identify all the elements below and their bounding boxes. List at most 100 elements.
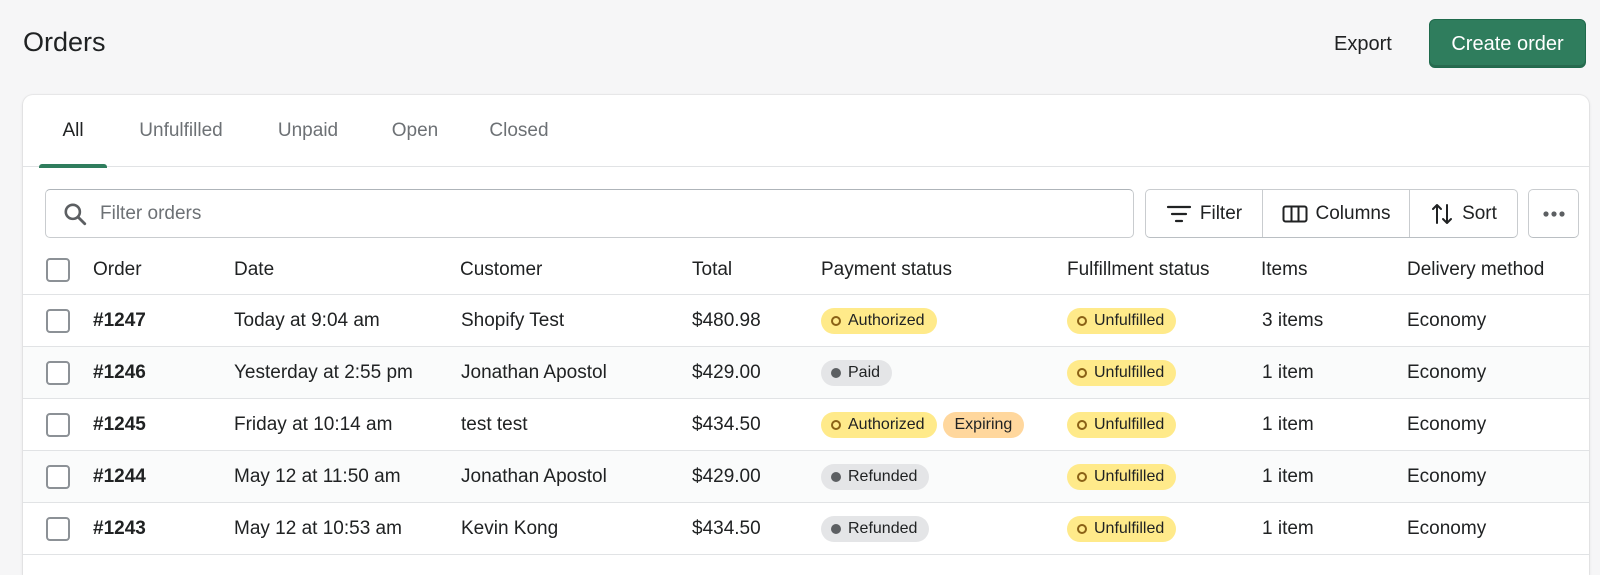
row-checkbox[interactable]: [46, 516, 70, 541]
fulfillment-status-label: Unfulfilled: [1094, 467, 1165, 485]
payment-status-label: Authorized: [848, 311, 925, 329]
customer-name: test test: [461, 413, 528, 435]
fulfillment-status-cell: Unfulfilled: [1067, 399, 1182, 450]
fulfillment-status-badge: Unfulfilled: [1067, 463, 1177, 490]
table-body: #1247 Today at 9:04 am Shopify Test $480.98…: [23, 295, 1589, 555]
payment-status-cell: Authorized: [821, 295, 943, 346]
item-count: 3 items: [1262, 309, 1324, 331]
order-total: $480.98: [692, 309, 761, 331]
columns-label: Columns: [1315, 202, 1391, 224]
search-icon: [64, 203, 87, 226]
item-count: 1 item: [1262, 465, 1314, 487]
tab-closed[interactable]: Closed: [477, 95, 561, 167]
customer-name: Shopify Test: [461, 309, 565, 331]
table-header: Order Date Customer Total Payment status…: [23, 245, 1589, 295]
payment-status-label: Refunded: [848, 519, 918, 537]
order-date: May 12 at 10:53 am: [234, 517, 402, 539]
order-date: Friday at 10:14 am: [234, 413, 393, 435]
row-checkbox[interactable]: [46, 412, 70, 437]
fulfillment-status-badge: Unfulfilled: [1067, 515, 1177, 542]
fulfillment-status-badge: Unfulfilled: [1067, 411, 1177, 438]
filter-label: Filter: [1199, 202, 1243, 224]
status-ring-icon: [831, 315, 841, 326]
column-header-items[interactable]: Items: [1261, 245, 1307, 294]
row-checkbox[interactable]: [46, 464, 70, 489]
status-dot-icon: [831, 471, 841, 482]
order-number[interactable]: #1245: [93, 399, 146, 450]
status-dot-icon: [831, 523, 841, 534]
search-field[interactable]: [45, 189, 1134, 238]
export-button[interactable]: Export: [1318, 22, 1408, 66]
tab-label: Unpaid: [277, 120, 339, 141]
columns-button[interactable]: Columns: [1263, 190, 1410, 237]
tab-label: Closed: [489, 120, 549, 141]
more-actions-button[interactable]: [1528, 189, 1579, 238]
payment-status-badge: Authorized: [821, 307, 937, 334]
more-horizontal-icon: [1542, 210, 1565, 217]
table-row[interactable]: #1245 Friday at 10:14 am test test $434.50 A…: [23, 399, 1589, 451]
tab-unpaid[interactable]: Unpaid: [263, 95, 353, 167]
fulfillment-status-cell: Unfulfilled: [1067, 451, 1182, 502]
payment-status-badge: Refunded: [821, 463, 930, 490]
page-header: Orders Export Create order: [0, 0, 1600, 92]
select-all-checkbox[interactable]: [46, 257, 70, 282]
payment-status-cell: Paid: [821, 347, 898, 398]
tab-label: All: [62, 120, 84, 141]
fulfillment-status-label: Unfulfilled: [1094, 519, 1165, 537]
payment-status-cell: Refunded: [821, 451, 935, 502]
customer-name: Kevin Kong: [461, 517, 559, 539]
sort-label: Sort: [1462, 202, 1497, 224]
column-header-date[interactable]: Date: [234, 245, 274, 294]
search-input[interactable]: [98, 190, 1118, 237]
tab-open[interactable]: Open: [379, 95, 451, 167]
expiring-badge: Expiring: [942, 411, 1025, 438]
item-count: 1 item: [1262, 413, 1314, 435]
order-number[interactable]: #1244: [93, 451, 146, 502]
tab-all[interactable]: All: [39, 95, 107, 168]
column-header-fulfillment-status[interactable]: Fulfillment status: [1067, 245, 1210, 294]
order-total: $434.50: [692, 413, 761, 435]
order-number[interactable]: #1246: [93, 347, 146, 398]
delivery-method: Economy: [1407, 361, 1487, 383]
filter-button[interactable]: Filter: [1146, 190, 1263, 237]
delivery-method: Economy: [1407, 517, 1487, 539]
order-number[interactable]: #1247: [93, 295, 146, 346]
orders-table: Order Date Customer Total Payment status…: [23, 245, 1589, 555]
order-date: May 12 at 11:50 am: [234, 465, 401, 487]
table-row[interactable]: #1246 Yesterday at 2:55 pm Jonathan Aposto…: [23, 347, 1589, 399]
tab-label: Unfulfilled: [139, 120, 223, 141]
order-date: Today at 9:04 am: [234, 309, 380, 331]
page-title: Orders: [23, 27, 106, 57]
item-count: 1 item: [1262, 361, 1314, 383]
fulfillment-status-label: Unfulfilled: [1094, 363, 1165, 381]
status-dot-icon: [831, 367, 841, 378]
column-header-delivery-method[interactable]: Delivery method: [1407, 245, 1544, 294]
row-checkbox[interactable]: [46, 360, 70, 385]
order-date: Yesterday at 2:55 pm: [234, 361, 413, 383]
table-row[interactable]: #1244 May 12 at 11:50 am Jonathan Apostol $…: [23, 451, 1589, 503]
fulfillment-status-cell: Unfulfilled: [1067, 295, 1182, 346]
orders-card: All Unfulfilled Unpaid Open Closed Filte…: [23, 95, 1589, 575]
payment-status-label: Refunded: [848, 467, 918, 485]
column-header-customer[interactable]: Customer: [460, 245, 542, 294]
order-total: $434.50: [692, 517, 761, 539]
payment-status-badge: Paid: [821, 359, 893, 386]
order-number[interactable]: #1243: [93, 503, 146, 554]
view-options-group: Filter Columns Sort: [1145, 189, 1518, 238]
column-header-order[interactable]: Order: [93, 245, 142, 294]
column-header-total[interactable]: Total: [692, 245, 732, 294]
create-order-button[interactable]: Create order: [1429, 19, 1586, 68]
column-header-payment-status[interactable]: Payment status: [821, 245, 952, 294]
table-row[interactable]: #1243 May 12 at 10:53 am Kevin Kong $434.50…: [23, 503, 1589, 555]
order-tabs: All Unfulfilled Unpaid Open Closed: [23, 95, 1589, 168]
fulfillment-status-label: Unfulfilled: [1094, 311, 1165, 329]
status-ring-icon: [1077, 367, 1087, 378]
table-row[interactable]: #1247 Today at 9:04 am Shopify Test $480.98…: [23, 295, 1589, 347]
row-checkbox[interactable]: [46, 308, 70, 333]
order-total: $429.00: [692, 361, 761, 383]
tab-unfulfilled[interactable]: Unfulfilled: [123, 95, 239, 167]
sort-icon: [1432, 203, 1453, 224]
customer-name: Jonathan Apostol: [461, 361, 607, 383]
sort-button[interactable]: Sort: [1410, 190, 1517, 237]
payment-status-cell: Refunded: [821, 503, 935, 554]
